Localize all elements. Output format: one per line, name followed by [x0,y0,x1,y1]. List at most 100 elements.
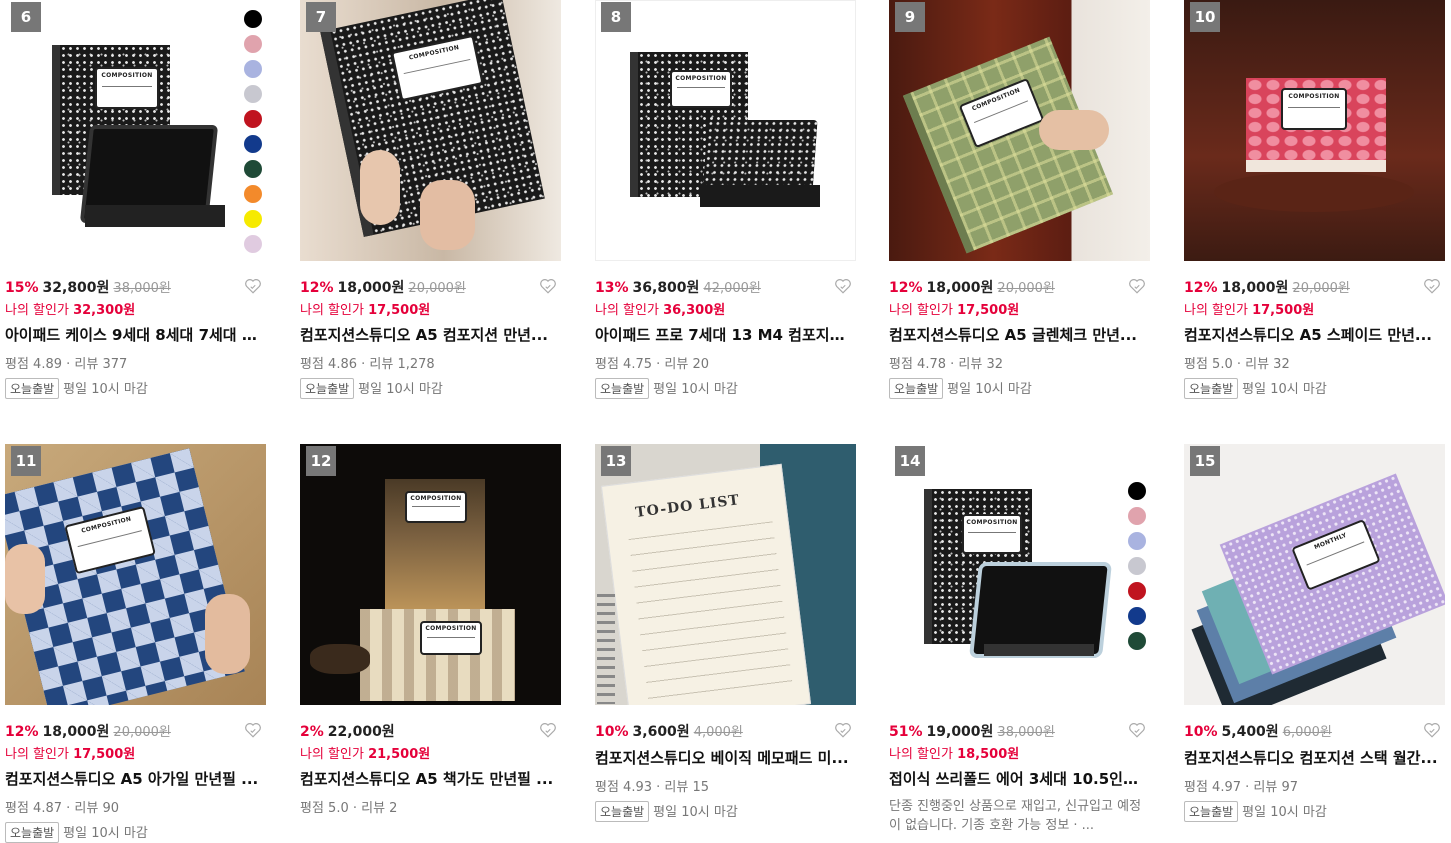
product-title[interactable]: 접이식 쓰리폴드 에어 3세대 10.5인치... [889,768,1150,789]
rank-badge: 7 [306,2,336,32]
hand [1039,110,1109,150]
color-swatch[interactable] [244,235,262,253]
ship-deadline: 평일 10시 마감 [947,382,1032,397]
product-card-14[interactable]: 14 COMPOSITION 51% 19,000원 38,000원 나의 할인가 … [889,444,1150,833]
product-image[interactable]: 11 COMPOSITION [5,444,266,705]
product-image[interactable]: 14 COMPOSITION [889,444,1150,705]
product-title[interactable]: 컴포지션스튜디오 베이직 메모패드 미... [595,747,856,768]
product-title[interactable]: 컴포지션스튜디오 A5 스페이드 만년... [1184,324,1445,345]
sale-price: 18,000원 [1221,280,1289,296]
heart-icon[interactable] [244,277,262,295]
sale-price: 18,000원 [926,280,994,296]
color-swatch[interactable] [244,35,262,53]
product-image[interactable]: 6 COMPOSITION [5,0,266,261]
heart-icon[interactable] [1423,721,1441,739]
product-image[interactable]: 10 COMPOSITION [1184,0,1445,261]
color-swatch[interactable] [1128,532,1146,550]
heart-icon[interactable] [1423,277,1441,295]
my-discount-price: 17,500원 [368,303,431,318]
rank-badge: 14 [895,446,925,476]
original-price: 38,000원 [113,281,171,296]
product-title[interactable]: 아이패드 프로 7세대 13 M4 컴포지션... [595,324,856,345]
product-image[interactable]: 15 MONTHLY [1184,444,1445,705]
case-stand [984,644,1094,656]
product-card-11[interactable]: 11 COMPOSITION 12% 18,000원 20,000원 나의 할인가 … [5,444,266,843]
sale-price: 5,400원 [1221,724,1279,740]
product-card-6[interactable]: 6 COMPOSITION 15% 32,800원 38,000원 나의 할인가 3… [5,0,266,399]
color-swatch[interactable] [1128,507,1146,525]
discount-percent: 12% [1184,280,1218,296]
product-title[interactable]: 컴포지션스튜디오 A5 글렌체크 만년... [889,324,1150,345]
sale-price: 3,600원 [632,724,690,740]
notebook-standing: COMPOSITION [385,479,485,619]
ship-deadline: 평일 10시 마감 [1242,382,1327,397]
product-card-13[interactable]: 13 TO-DO LIST 10% 3,600원 4,000원 컴포지션스튜디오 베… [595,444,856,822]
discount-percent: 12% [5,724,39,740]
my-discount-price: 32,300원 [73,303,136,318]
product-card-8[interactable]: 8 COMPOSITION 13% 36,800원 42,000원 나의 할인가 3… [595,0,856,399]
ship-today-tag: 오늘출발 [1184,378,1239,399]
color-swatch[interactable] [244,135,262,153]
color-swatch[interactable] [1128,607,1146,625]
product-card-12[interactable]: 12 COMPOSITION COMPOSITION 2% 22,000원 나의 … [300,444,561,816]
ship-today-tag: 오늘출발 [595,378,650,399]
my-discount-price: 17,500원 [73,747,136,762]
product-card-9[interactable]: 9 COMPOSITION 12% 18,000원 20,000원 나의 할인가 1… [889,0,1150,399]
product-image[interactable]: 9 COMPOSITION [889,0,1150,261]
sale-price: 22,000원 [327,724,395,740]
hand [205,594,250,674]
color-swatch[interactable] [244,110,262,128]
my-discount-price: 17,500원 [957,303,1020,318]
memo-pad: TO-DO LIST [600,463,812,705]
rating-review: 평점 5.0 · 리뷰 2 [300,801,398,816]
product-card-15[interactable]: 15 MONTHLY 10% 5,400원 6,000원 컴포지션스튜디오 컴포지션… [1184,444,1445,822]
product-title[interactable]: 컴포지션스튜디오 A5 책가도 만년필 ... [300,768,561,789]
heart-icon[interactable] [539,277,557,295]
rank-badge: 15 [1190,446,1220,476]
product-card-7[interactable]: 7 COMPOSITION 12% 18,000원 20,000원 나의 할인가 1… [300,0,561,399]
memo-title: TO-DO LIST [634,492,741,521]
ship-deadline: 평일 10시 마감 [63,382,148,397]
notebook-cover: COMPOSITION [1246,78,1386,160]
my-discount-label: 나의 할인가 [5,303,69,318]
product-title[interactable]: 컴포지션스튜디오 A5 아가일 만년필 ... [5,768,266,789]
my-discount-label: 나의 할인가 [889,747,953,762]
heart-icon[interactable] [244,721,262,739]
product-card-10[interactable]: 10 COMPOSITION 12% 18,000원 20,000원 나의 할인가 … [1184,0,1445,399]
discount-percent: 12% [889,280,923,296]
product-title[interactable]: 컴포지션스튜디오 A5 컴포지션 만년... [300,324,561,345]
memo-lines [628,521,794,705]
ship-today-tag: 오늘출발 [889,378,944,399]
color-swatch[interactable] [244,210,262,228]
heart-icon[interactable] [1128,277,1146,295]
color-swatch[interactable] [244,185,262,203]
color-swatch[interactable] [1128,482,1146,500]
ship-deadline: 평일 10시 마감 [1242,805,1327,820]
stool [1214,172,1414,212]
product-image[interactable]: 7 COMPOSITION [300,0,561,261]
heart-icon[interactable] [834,721,852,739]
product-image[interactable]: 8 COMPOSITION [595,0,856,261]
product-title[interactable]: 아이패드 케이스 9세대 8세대 7세대 1... [5,324,266,345]
discount-percent: 10% [1184,724,1218,740]
ship-today-tag: 오늘출발 [595,801,650,822]
ship-today-tag: 오늘출발 [300,378,355,399]
color-swatch[interactable] [244,10,262,28]
heart-icon[interactable] [1128,721,1146,739]
rank-badge: 12 [306,446,336,476]
heart-icon[interactable] [834,277,852,295]
heart-icon[interactable] [539,721,557,739]
product-image[interactable]: 13 TO-DO LIST [595,444,856,705]
ship-today-tag: 오늘출발 [5,378,60,399]
product-image[interactable]: 12 COMPOSITION COMPOSITION [300,444,561,705]
color-swatch[interactable] [1128,557,1146,575]
color-swatch[interactable] [1128,582,1146,600]
my-discount-label: 나의 할인가 [1184,303,1248,318]
original-price: 20,000원 [113,725,171,740]
hand [360,150,400,225]
color-swatch[interactable] [244,160,262,178]
color-swatch[interactable] [244,85,262,103]
color-swatch[interactable] [1128,632,1146,650]
product-title[interactable]: 컴포지션스튜디오 컴포지션 스택 월간... [1184,747,1445,768]
color-swatch[interactable] [244,60,262,78]
